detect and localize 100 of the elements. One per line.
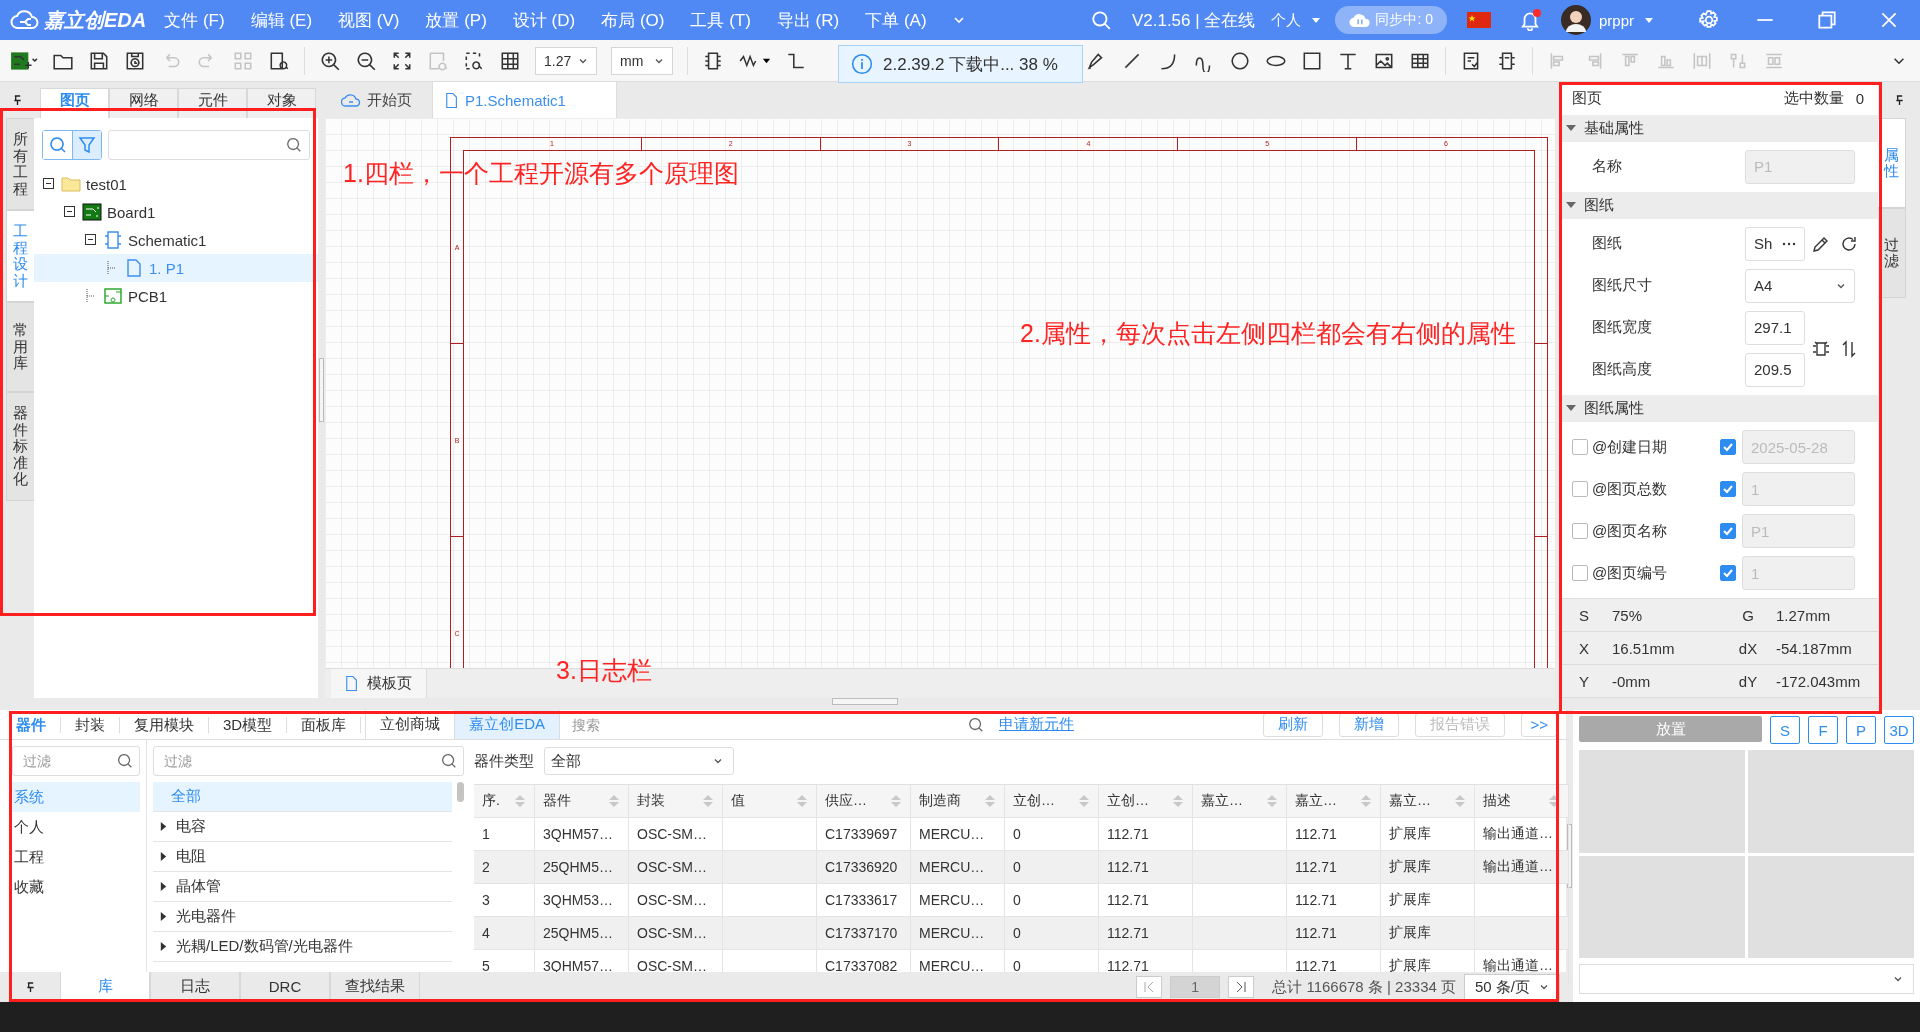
ellipsis-icon[interactable]	[1782, 241, 1796, 246]
checkbox[interactable]	[1720, 481, 1736, 497]
splitter-handle[interactable]	[319, 358, 324, 422]
column-header[interactable]: 值	[723, 785, 817, 817]
avatar[interactable]	[1560, 5, 1591, 35]
side-tab[interactable]: 所有工程	[6, 118, 34, 210]
checkbox[interactable]	[1572, 481, 1588, 497]
filter-field[interactable]: 过滤	[12, 746, 140, 776]
column-header[interactable]: 立创…	[1099, 785, 1193, 817]
filter-field[interactable]: 过滤	[153, 746, 464, 776]
column-header[interactable]: 封装	[629, 785, 723, 817]
flag-icon[interactable]	[1466, 12, 1491, 28]
coordinate-label: S	[1562, 599, 1606, 632]
tree-item[interactable]: PCB1	[34, 282, 318, 310]
pin-icon[interactable]	[12, 94, 22, 106]
tree-item[interactable]: Schematic1	[34, 226, 318, 254]
last-page-button[interactable]	[1228, 976, 1255, 998]
coordinate-value: 16.51mm	[1606, 632, 1726, 665]
side-tab[interactable]: 常用库	[6, 302, 34, 392]
settings-icon[interactable]	[1698, 9, 1720, 31]
number-field[interactable]: 297.1	[1745, 310, 1805, 345]
section-header[interactable]: 图纸	[1562, 191, 1878, 219]
scope-item[interactable]: 收藏	[12, 872, 140, 902]
new-board-icon[interactable]	[10, 49, 38, 72]
column-header[interactable]: 立创…	[1005, 785, 1099, 817]
search-icon	[440, 752, 458, 770]
tree-item[interactable]: Board1	[34, 198, 318, 226]
library-tab[interactable]: 3D模型	[209, 716, 288, 733]
category-item[interactable]: 电容	[153, 812, 452, 842]
scope-item[interactable]: 工程	[12, 842, 140, 872]
table-cell: MERCU…	[911, 851, 1005, 883]
side-tab[interactable]: 工程设计	[6, 210, 34, 302]
collapse-icon[interactable]	[42, 177, 56, 191]
select-field[interactable]: A4	[1745, 268, 1855, 303]
search-icon	[116, 752, 134, 770]
category-item[interactable]: 晶体管	[153, 872, 452, 902]
scrollbar[interactable]	[457, 782, 464, 802]
search-icon[interactable]	[1089, 9, 1112, 31]
picker-field[interactable]: Sh	[1745, 226, 1805, 261]
category-item[interactable]: 光电器件	[153, 902, 452, 932]
splitter-handle[interactable]	[1567, 824, 1572, 888]
table-cell: 112.71	[1287, 818, 1381, 850]
library-tab[interactable]: 复用模块	[120, 716, 209, 733]
bottom-tab[interactable]: 查找结果	[330, 972, 420, 1002]
unit-select[interactable]: mm	[611, 46, 673, 75]
side-tab[interactable]: 过滤	[1878, 208, 1906, 298]
request-part-link[interactable]: 申请新元件	[999, 715, 1075, 734]
column-header[interactable]: 序.	[474, 785, 535, 817]
restore-icon[interactable]	[1816, 9, 1838, 31]
library-tab[interactable]: 面板库	[287, 716, 362, 733]
cloud-icon	[1349, 11, 1372, 29]
caret-icon[interactable]	[762, 56, 771, 65]
checkbox[interactable]	[1720, 439, 1736, 455]
column-header[interactable]: 供应…	[817, 785, 911, 817]
side-tab[interactable]: 属性	[1878, 118, 1906, 208]
column-header[interactable]: 嘉立…	[1287, 785, 1381, 817]
checkbox[interactable]	[1720, 565, 1736, 581]
filter-mode-button[interactable]	[72, 131, 101, 159]
column-header[interactable]: 制造商	[911, 785, 1005, 817]
template-tab[interactable]: 模板页	[331, 669, 427, 698]
grid-size-select[interactable]: 1.27	[535, 46, 597, 75]
checkbox[interactable]	[1572, 523, 1588, 539]
scope-item[interactable]: 个人	[12, 812, 140, 842]
pin-icon[interactable]	[25, 981, 35, 993]
table-cell: OSC-SM…	[629, 917, 723, 949]
table-cell: 112.71	[1099, 851, 1193, 883]
checkbox[interactable]	[1720, 523, 1736, 539]
version-status: V2.1.56 | 全在线	[1131, 9, 1256, 32]
number-field[interactable]: 209.5	[1745, 352, 1805, 387]
search-icon	[47, 135, 68, 155]
chevron-down-icon[interactable]	[952, 14, 965, 26]
panel-title: 图页	[1572, 88, 1602, 108]
section-header[interactable]: 图纸属性	[1562, 394, 1878, 422]
page-number[interactable]: 1	[1170, 976, 1221, 998]
category-item[interactable]: 光耦/LED/数码管/光电器件	[153, 932, 452, 962]
column-header[interactable]: 嘉立…	[1193, 785, 1287, 817]
tree-item[interactable]: test01	[34, 170, 318, 198]
search-field[interactable]: 搜索	[559, 710, 992, 739]
bottom-tab[interactable]: DRC	[240, 972, 330, 1002]
column-header[interactable]: 器件	[535, 785, 629, 817]
type-select[interactable]: 全部	[544, 747, 734, 775]
column-header[interactable]: 嘉立…	[1381, 785, 1475, 817]
library-tab[interactable]: 封装	[61, 716, 120, 733]
pcb-icon	[103, 286, 123, 306]
triangle-icon	[159, 942, 168, 951]
checkbox[interactable]	[1572, 439, 1588, 455]
view-button[interactable]: S	[1770, 716, 1800, 744]
splitter-handle[interactable]	[832, 698, 898, 705]
collapse-icon[interactable]	[63, 205, 77, 219]
info-icon	[851, 53, 873, 75]
checkbox[interactable]	[1572, 565, 1588, 581]
bottom-tab[interactable]: 日志	[150, 972, 240, 1002]
side-tab[interactable]: 器件标准化	[6, 392, 34, 501]
bottom-tab[interactable]: 库	[60, 972, 150, 1002]
pin-icon[interactable]	[1894, 94, 1904, 106]
section-header[interactable]: 基础属性	[1562, 114, 1878, 142]
category-item[interactable]: 电阻	[153, 842, 452, 872]
search-field[interactable]	[108, 130, 310, 160]
collapse-icon[interactable]	[84, 233, 98, 247]
page-size-select[interactable]: 50 条/页	[1464, 974, 1560, 1000]
